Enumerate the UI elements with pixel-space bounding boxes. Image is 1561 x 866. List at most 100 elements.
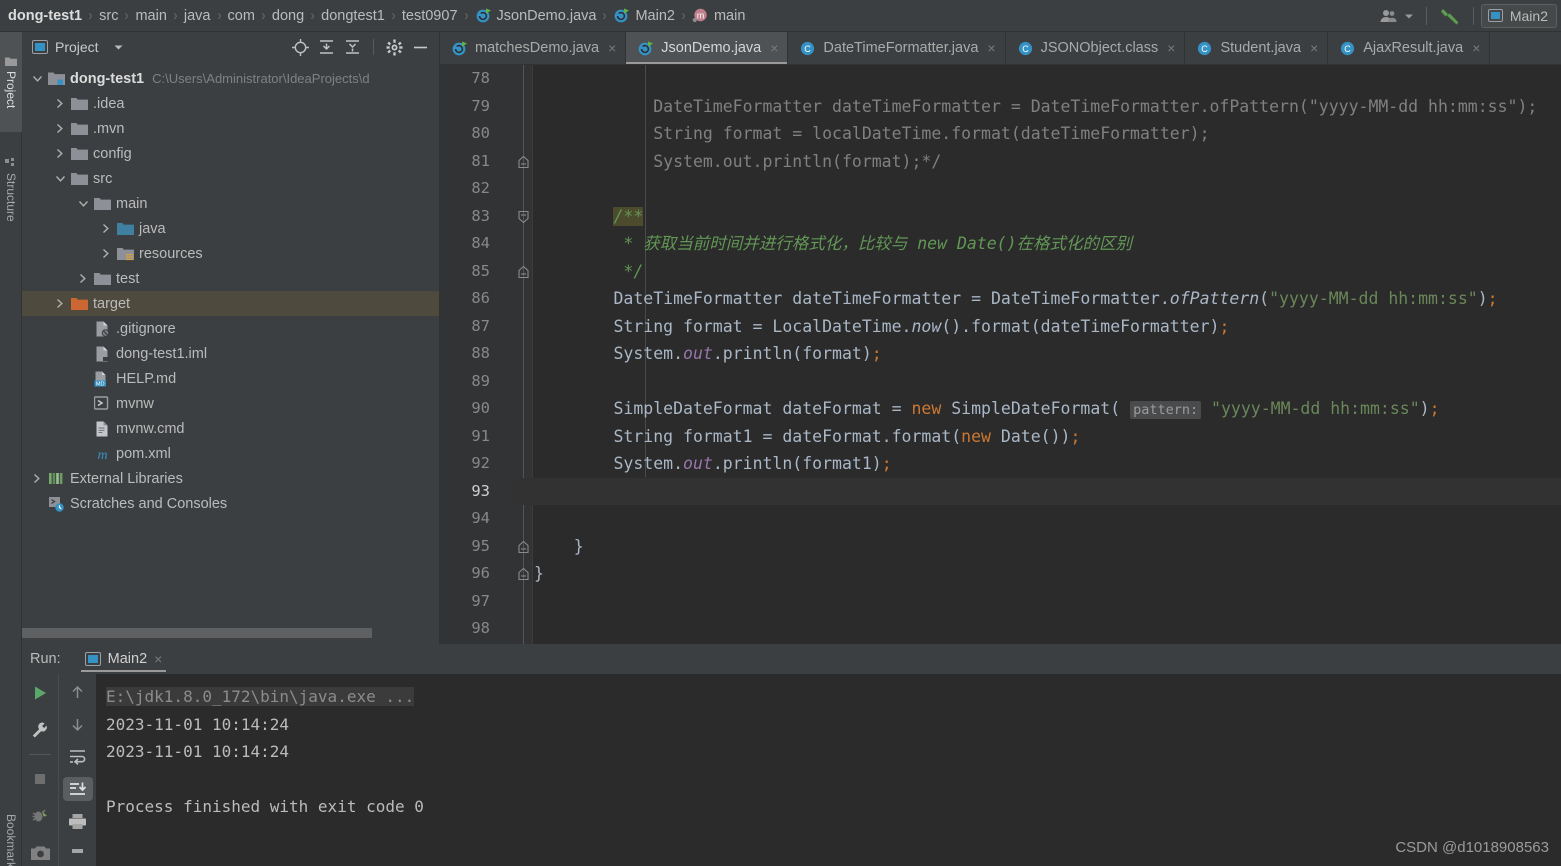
code-line[interactable]: System.out.println(format1); — [513, 450, 1561, 478]
sidebar-item-bookmarks[interactable]: Bookmarks — [0, 790, 22, 866]
sidebar-item-project[interactable]: Project — [0, 32, 22, 132]
editor-tab-student-java[interactable]: C Student.java × — [1185, 32, 1329, 64]
debug-icon[interactable] — [25, 803, 55, 829]
code-line[interactable]: String format = localDateTime.format(dat… — [513, 120, 1561, 148]
sidebar-item-structure[interactable]: Structure — [0, 136, 22, 244]
code-line[interactable] — [513, 65, 1561, 93]
code-line[interactable] — [513, 615, 1561, 643]
user-group-icon[interactable] — [1374, 3, 1404, 29]
chevron-right-icon[interactable] — [55, 98, 69, 109]
chevron-right-icon[interactable] — [101, 223, 115, 234]
editor-body[interactable]: 78 79 80 81 82 83 84 85 86 87 88 89 90 91 92 93 94 95 96 97… — [440, 65, 1561, 644]
scroll-up-icon[interactable] — [63, 680, 93, 704]
print-icon[interactable] — [63, 809, 93, 833]
code-line[interactable]: String format1 = dateFormat.format(new D… — [513, 423, 1561, 451]
chevron-right-icon[interactable] — [55, 148, 69, 159]
settings-gear-icon[interactable] — [386, 39, 403, 56]
tree-node-main[interactable]: main — [22, 191, 439, 216]
tree-node-java[interactable]: java — [22, 216, 439, 241]
chevron-down-icon[interactable] — [32, 74, 46, 83]
hide-panel-icon[interactable] — [412, 39, 433, 56]
collapse-all-icon[interactable] — [344, 39, 361, 56]
code-line[interactable]: System.out.println(format); — [513, 340, 1561, 368]
chevron-right-icon[interactable] — [32, 473, 46, 484]
code-line[interactable]: */ — [513, 258, 1561, 286]
close-icon[interactable]: × — [1167, 40, 1175, 56]
scroll-down-icon[interactable] — [63, 712, 93, 736]
tree-node-test[interactable]: test — [22, 266, 439, 291]
editor-gutter[interactable]: 78 79 80 81 82 83 84 85 86 87 88 89 90 91 92 93 94 95 96 97… — [440, 65, 513, 644]
tree-node--gitignore[interactable]: .gitignore — [22, 316, 439, 341]
project-tree[interactable]: dong-test1 C:\Users\Administrator\IdeaPro… — [22, 62, 439, 622]
code-line[interactable] — [513, 505, 1561, 533]
tree-node--mvn[interactable]: .mvn — [22, 116, 439, 141]
soft-wrap-icon[interactable] — [63, 745, 93, 769]
tree-node-resources[interactable]: resources — [22, 241, 439, 266]
tree-node-dong-test1[interactable]: dong-test1 C:\Users\Administrator\IdeaPro… — [22, 66, 439, 91]
chevron-down-icon[interactable] — [113, 43, 124, 51]
breadcrumb-item-com[interactable]: com — [228, 8, 255, 24]
close-icon[interactable]: × — [608, 40, 616, 56]
close-icon[interactable]: × — [770, 40, 778, 56]
tree-node-mvnw-cmd[interactable]: mvnw.cmd — [22, 416, 439, 441]
chevron-right-icon[interactable] — [55, 298, 69, 309]
close-icon[interactable]: × — [1310, 40, 1318, 56]
tree-node-external-libraries[interactable]: External Libraries — [22, 466, 439, 491]
run-configuration-selector[interactable]: Main2 — [1480, 3, 1557, 28]
code-line[interactable]: } — [513, 533, 1561, 561]
tree-node-config[interactable]: config — [22, 141, 439, 166]
code-line[interactable]: DateTimeFormatter dateTimeFormatter = Da… — [513, 93, 1561, 121]
code-line[interactable] — [513, 368, 1561, 396]
expand-all-icon[interactable] — [318, 39, 335, 56]
rerun-wrench-icon[interactable] — [25, 717, 55, 743]
editor-tab-jsonobject-class[interactable]: C JSONObject.class × — [1006, 32, 1186, 64]
code-line[interactable]: System.out.println(format);*/ — [513, 148, 1561, 176]
scroll-to-end-icon[interactable] — [62, 776, 93, 802]
tree-node-target[interactable]: target — [22, 291, 439, 316]
chevron-down-icon[interactable] — [55, 174, 69, 183]
project-horizontal-scrollbar[interactable] — [22, 628, 440, 638]
code-line[interactable]: } — [513, 560, 1561, 588]
breadcrumb-item-java[interactable]: java — [184, 8, 211, 24]
tree-node-scratches-and-consoles[interactable]: Scratches and Consoles — [22, 491, 439, 516]
editor-tab-jsondemo-java[interactable]: JsonDemo.java × — [626, 32, 789, 64]
code-line[interactable] — [513, 588, 1561, 616]
tree-node-help-md[interactable]: MD HELP.md — [22, 366, 439, 391]
close-icon[interactable]: × — [1472, 40, 1480, 56]
breadcrumb-item-src[interactable]: src — [99, 8, 118, 24]
code-line[interactable] — [513, 175, 1561, 203]
screenshot-camera-icon[interactable] — [25, 840, 55, 866]
build-hammer-icon[interactable] — [1434, 3, 1466, 29]
tree-node-pom-xml[interactable]: m pom.xml — [22, 441, 439, 466]
breadcrumb-item-main[interactable]: main — [135, 8, 166, 24]
code-line[interactable]: String format = LocalDateTime.now().form… — [513, 313, 1561, 341]
stop-icon[interactable] — [25, 766, 55, 792]
tree-node-dong-test1-iml[interactable]: dong-test1.iml — [22, 341, 439, 366]
clear-all-icon[interactable] — [63, 842, 93, 866]
breadcrumb-item-dong[interactable]: dong — [272, 8, 304, 24]
code-line[interactable]: SimpleDateFormat dateFormat = new Simple… — [513, 395, 1561, 423]
close-icon[interactable]: × — [987, 40, 995, 56]
tree-node--idea[interactable]: .idea — [22, 91, 439, 116]
chevron-down-icon[interactable] — [78, 199, 92, 208]
run-icon[interactable] — [25, 680, 55, 706]
breadcrumb-item-main2[interactable]: Main2 — [613, 7, 675, 24]
tree-node-mvnw[interactable]: mvnw — [22, 391, 439, 416]
code-line[interactable]: * 获取当前时间并进行格式化，比较与 new Date()在格式化的区别 — [513, 230, 1561, 258]
code-content[interactable]: DateTimeFormatter dateTimeFormatter = Da… — [513, 65, 1561, 644]
run-tab-main2[interactable]: Main2 × — [77, 644, 171, 674]
editor-tab-ajaxresult-java[interactable]: C AjaxResult.java × — [1328, 32, 1491, 64]
breadcrumb-item-dong-test1[interactable]: dong-test1 — [8, 8, 82, 24]
locate-target-icon[interactable] — [292, 38, 309, 56]
editor-tab-matchesdemo-java[interactable]: matchesDemo.java × — [440, 32, 627, 64]
editor-tab-datetimeformatter-java[interactable]: C DateTimeFormatter.java × — [788, 32, 1006, 64]
breadcrumb-item-main[interactable]: m main — [692, 7, 745, 24]
chevron-down-icon[interactable] — [1404, 3, 1419, 29]
close-icon[interactable]: × — [154, 651, 162, 667]
console-output[interactable]: E:\jdk1.8.0_172\bin\java.exe ... 2023-11-… — [96, 674, 1561, 866]
code-line[interactable]: DateTimeFormatter dateTimeFormatter = Da… — [513, 285, 1561, 313]
chevron-right-icon[interactable] — [101, 248, 115, 259]
breadcrumb-item-jsondemo-java[interactable]: JsonDemo.java — [475, 7, 596, 24]
code-line[interactable]: /** — [513, 203, 1561, 231]
code-line[interactable] — [513, 477, 1561, 505]
